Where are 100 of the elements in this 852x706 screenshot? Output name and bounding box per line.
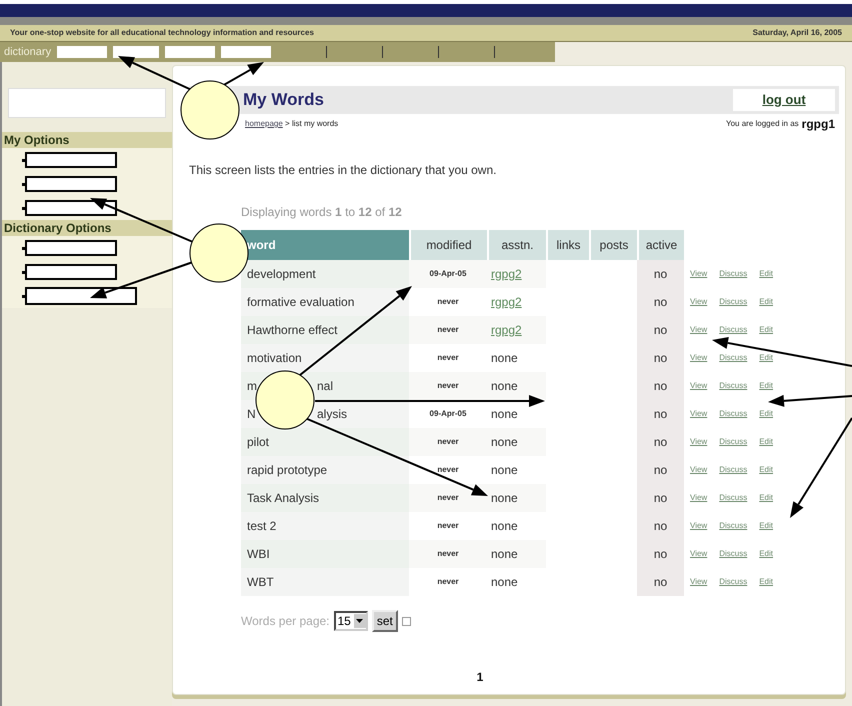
nav-blank [57,46,108,58]
modified-date: 09-Apr-05 [430,408,466,420]
word-text: nal [317,378,334,395]
action-link[interactable]: View [690,576,708,588]
column-header: modified [409,230,487,260]
word-text: pilot [247,435,270,449]
assignee-link[interactable]: rgpg2 [491,293,522,311]
action-link[interactable]: View [690,324,708,336]
action-link[interactable]: View [690,436,708,448]
page-number: 1 [476,669,484,686]
nav-blank [221,46,272,58]
tagline: Your one-stop website for all educational technology information and resources [10,27,314,39]
action-link[interactable]: View [690,492,708,504]
word-text: N [247,407,256,421]
action-link[interactable]: View [690,520,708,532]
modified-date: never [437,436,459,448]
word-text: rapid prototype [247,463,328,477]
action-link[interactable]: View [690,268,708,280]
active-cell: no [637,512,684,540]
action-link[interactable]: Edit [759,548,774,560]
sidebar-heading: Dictionary Options [2,220,172,236]
active-cell: no [637,400,684,428]
nav-blank [113,46,160,58]
word-text: Task Analysis [247,491,320,505]
active-cell: no [637,344,684,372]
intro-text: This screen lists the entries in the dictionary that you own. [189,162,498,179]
action-link[interactable]: View [690,548,708,560]
action-link[interactable]: Discuss [719,548,748,560]
action-link[interactable]: Discuss [719,324,748,336]
active-cell: no [637,372,684,400]
action-link[interactable]: Edit [759,408,774,420]
assignee-text: none [491,462,518,479]
assignee-text: none [491,490,518,507]
column-header: links [546,230,589,260]
assignee-text: none [491,350,518,367]
action-link[interactable]: Edit [759,436,774,448]
modified-date: never [437,324,459,336]
word-text: formative evaluation [247,295,354,309]
action-link[interactable]: View [690,380,708,392]
action-link[interactable]: Discuss [719,408,748,420]
nav-link[interactable]: dictionary [4,44,52,60]
callout-circle [180,80,240,140]
breadcrumb-link[interactable]: homepage [245,119,283,128]
callout-arrow [222,62,264,87]
word-text: motivation [247,351,302,365]
date: Saturday, April 16, 2005 [752,27,842,39]
action-link[interactable]: Edit [759,268,774,280]
action-link[interactable]: Discuss [719,520,748,532]
active-cell: no [637,288,684,316]
checkbox[interactable] [402,616,411,626]
modified-date: never [437,548,459,560]
action-link[interactable]: View [690,296,708,308]
action-link[interactable]: Discuss [719,380,748,392]
action-link[interactable]: Discuss [719,436,748,448]
action-link[interactable]: Edit [759,520,774,532]
display-count: Displaying words 1 to 12 of 12 [241,204,403,221]
action-link[interactable]: Edit [759,464,774,476]
modified-date: never [437,464,459,476]
action-link[interactable]: Edit [759,492,774,504]
breadcrumb-current: > list my words [285,119,338,128]
per-page-select[interactable]: 15 [334,611,368,631]
action-link[interactable]: View [690,408,708,420]
word-text: alysis [317,406,348,423]
action-link[interactable]: View [690,464,708,476]
modified-date: never [437,380,459,392]
assignee-text: none [491,378,518,395]
modified-date: 09-Apr-05 [430,268,466,280]
modified-date: never [437,520,459,532]
action-link[interactable]: Discuss [719,576,748,588]
action-link[interactable]: Edit [759,296,774,308]
set-button[interactable]: set [372,610,398,632]
assignee-text: none [491,406,518,423]
action-link[interactable]: Edit [759,380,774,392]
word-text: Hawthorne effect [247,323,338,337]
page-title: My Words [243,89,324,112]
word-text: m [247,379,257,393]
dropdown-icon [354,614,366,628]
active-cell: no [637,316,684,344]
logout-link[interactable]: log out [733,89,835,111]
action-link[interactable]: Edit [759,324,774,336]
sidebar-heading: My Options [2,132,172,148]
word-text: test 2 [247,519,276,533]
active-cell: no [637,456,684,484]
active-cell: no [637,484,684,512]
action-link[interactable]: View [690,352,708,364]
assignee-text: none [491,518,518,535]
action-link[interactable]: Edit [759,352,774,364]
callout-circle [190,224,248,282]
active-cell: no [637,428,684,456]
assignee-text: none [491,434,518,451]
action-link[interactable]: Discuss [719,464,748,476]
action-link[interactable]: Discuss [719,296,748,308]
active-cell: no [637,568,684,596]
action-link[interactable]: Discuss [719,268,748,280]
action-link[interactable]: Discuss [719,492,748,504]
action-link[interactable]: Discuss [719,352,748,364]
modified-date: never [437,352,459,364]
active-cell: no [637,260,684,288]
action-link[interactable]: Edit [759,576,774,588]
login-label: You are logged in as [726,118,799,130]
